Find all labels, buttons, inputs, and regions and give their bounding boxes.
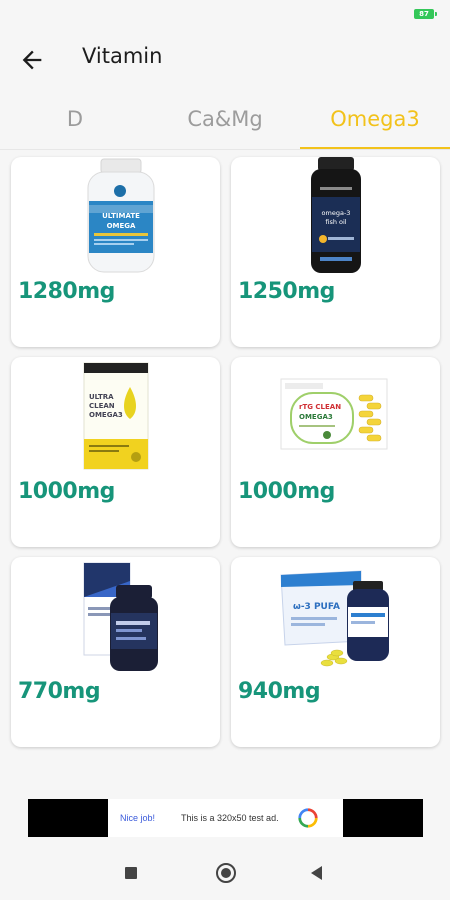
dose-label: 1280mg xyxy=(18,279,115,304)
ad-headline: Nice job! xyxy=(120,813,156,823)
product-image: omega-3 fish oil xyxy=(310,157,361,273)
ad-text: This is a 320x50 test ad. xyxy=(181,813,279,823)
product-label-line: ULTRA xyxy=(89,393,114,401)
system-nav-bar xyxy=(0,848,450,900)
battery-icon: 87 xyxy=(414,9,437,19)
tabs-divider xyxy=(0,149,450,150)
status-bar: 87 xyxy=(0,0,450,28)
app-bar: Vitamin xyxy=(0,28,450,90)
tab-omega3[interactable]: Omega3 xyxy=(300,90,450,150)
product-card[interactable]: ULTIMATE OMEGA 1280mg xyxy=(11,157,220,347)
tab-ca-mg[interactable]: Ca&Mg xyxy=(150,90,300,150)
product-label-line: fish oil xyxy=(325,218,346,226)
product-label-line: omega-3 xyxy=(321,209,350,217)
nav-back-icon[interactable] xyxy=(311,866,322,880)
dose-label: 770mg xyxy=(18,679,101,704)
home-icon[interactable] xyxy=(216,863,236,883)
product-label-line: OMEGA xyxy=(106,222,135,230)
product-image: ULTIMATE OMEGA xyxy=(87,158,154,273)
product-label-line: OMEGA3 xyxy=(89,411,123,419)
ad-left-block xyxy=(28,799,108,837)
product-card[interactable]: ω-3 PUFA 940mg xyxy=(231,557,440,747)
ad-banner[interactable]: Nice job! This is a 320x50 test ad. xyxy=(28,799,423,837)
ad-right-block xyxy=(343,799,423,837)
product-image: ω-3 PUFA xyxy=(279,570,389,667)
back-arrow-icon[interactable] xyxy=(18,46,46,74)
product-image xyxy=(83,562,158,671)
product-label-line: CLEAN xyxy=(89,402,115,410)
product-label-line: rTG CLEAN xyxy=(299,403,341,411)
ad-logo-icon xyxy=(297,808,318,828)
product-card[interactable]: 770mg xyxy=(11,557,220,747)
tab-d[interactable]: D xyxy=(0,90,150,150)
product-label-line: OMEGA3 xyxy=(299,413,333,421)
dose-label: 1000mg xyxy=(18,479,115,504)
dose-label: 1250mg xyxy=(238,279,335,304)
dose-label: 940mg xyxy=(238,679,321,704)
dose-label: 1000mg xyxy=(238,479,335,504)
recents-icon[interactable] xyxy=(125,867,137,879)
page-title: Vitamin xyxy=(82,44,163,68)
product-label-line: ULTIMATE xyxy=(102,212,140,220)
tab-bar: D Ca&Mg Omega3 xyxy=(0,90,450,150)
product-card[interactable]: rTG CLEAN OMEGA3 1000mg xyxy=(231,357,440,547)
product-label-line: ω-3 PUFA xyxy=(293,602,340,612)
product-card[interactable]: omega-3 fish oil 1250mg xyxy=(231,157,440,347)
product-image: rTG CLEAN OMEGA3 xyxy=(280,378,387,450)
product-image: ULTRA CLEAN OMEGA3 xyxy=(83,362,148,470)
product-card[interactable]: ULTRA CLEAN OMEGA3 1000mg xyxy=(11,357,220,547)
